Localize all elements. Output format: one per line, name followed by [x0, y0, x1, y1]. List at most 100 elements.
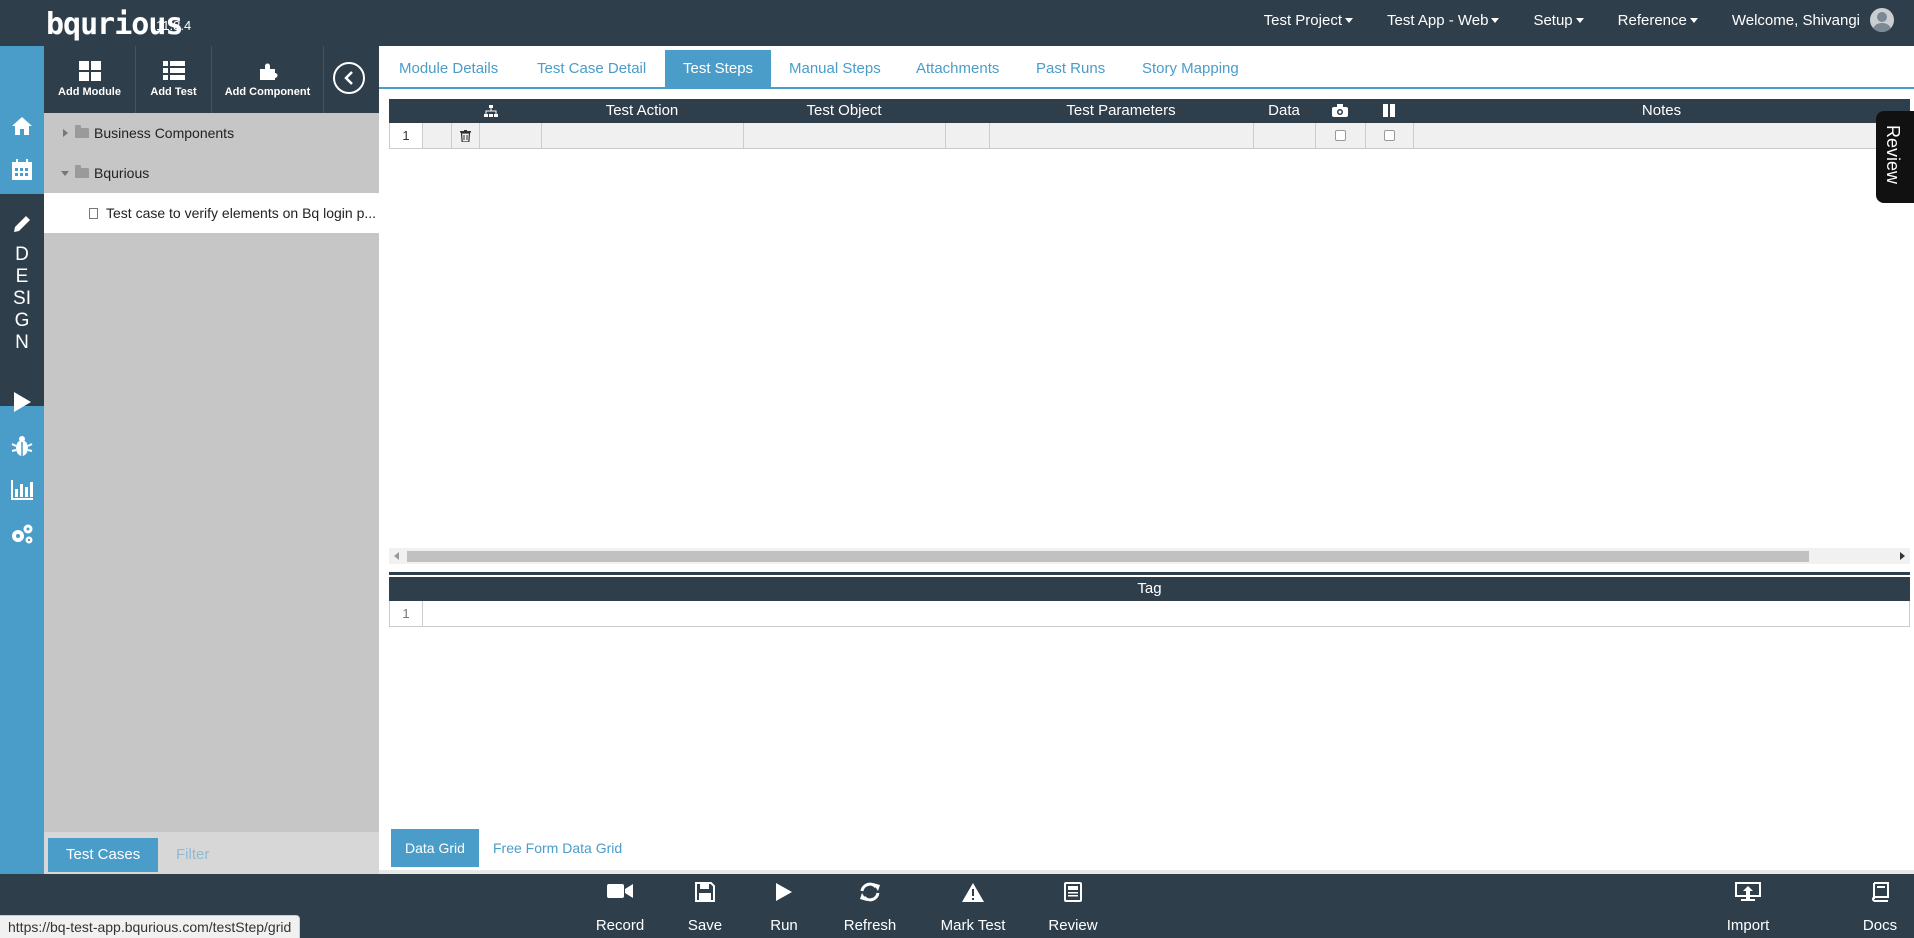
caret-down-icon [1345, 17, 1353, 23]
home-icon[interactable] [0, 106, 44, 146]
mark-test-label: Mark Test [940, 917, 1006, 934]
refresh-button[interactable]: Refresh [842, 882, 898, 934]
sidebar-toolbar: Add Module Add Test Add Component [44, 46, 379, 113]
table-row[interactable]: 1 [389, 123, 1910, 149]
hierarchy-icon[interactable] [477, 99, 505, 123]
tree-node-bqurious[interactable]: Bqurious [44, 153, 379, 193]
tree-node-test-case[interactable]: Test case to verify elements on Bq login… [44, 193, 379, 233]
object-picker-cell[interactable] [946, 123, 990, 148]
docs-button[interactable]: Docs [1858, 882, 1902, 934]
calendar-icon[interactable] [0, 150, 44, 190]
design-letter: D [15, 244, 29, 265]
col-data[interactable]: Data [1253, 99, 1315, 123]
test-parameters-cell[interactable] [990, 123, 1254, 148]
grid-icon [78, 61, 101, 81]
tab-past-runs[interactable]: Past Runs [1018, 50, 1123, 88]
status-bar-url: https://bq-test-app.bqurious.com/testSte… [0, 915, 301, 938]
main-content: Module Details Test Case Detail Test Ste… [379, 46, 1914, 874]
add-component-button[interactable]: Add Component [212, 46, 324, 113]
nav-setup[interactable]: Setup [1533, 12, 1584, 29]
screenshot-checkbox[interactable] [1316, 123, 1366, 148]
run-button[interactable]: Run [768, 882, 800, 934]
pause-checkbox[interactable] [1366, 123, 1414, 148]
tree-node-business-components[interactable]: Business Components [44, 113, 379, 153]
refresh-label: Refresh [843, 917, 897, 934]
bar-chart-icon[interactable] [0, 470, 44, 510]
review-side-tab-label: Review [1883, 125, 1903, 185]
tab-free-form-data-grid[interactable]: Free Form Data Grid [479, 829, 636, 867]
table-row[interactable]: 1 [389, 601, 1910, 627]
tab-test-steps[interactable]: Test Steps [665, 50, 772, 88]
tab-test-cases[interactable]: Test Cases [48, 838, 159, 872]
puzzle-icon [259, 63, 277, 80]
add-component-label: Add Component [224, 86, 311, 98]
pause-icon[interactable] [1365, 99, 1413, 123]
nav-user-menu[interactable]: Welcome, Shivangi [1732, 8, 1894, 32]
tab-data-grid[interactable]: Data Grid [391, 829, 479, 867]
floppy-disk-icon [695, 882, 715, 902]
data-cell[interactable] [1254, 123, 1316, 148]
tag-grid-header: Tag [389, 577, 1910, 601]
horizontal-scrollbar[interactable] [389, 548, 1910, 564]
row-number: 1 [390, 601, 423, 626]
tab-story-mapping[interactable]: Story Mapping [1124, 50, 1257, 88]
col-test-object[interactable]: Test Object [743, 99, 945, 123]
tab-module-details[interactable]: Module Details [381, 50, 516, 88]
nav-test-project[interactable]: Test Project [1264, 12, 1353, 29]
tree-node-label: Test case to verify elements on Bq login… [106, 205, 377, 221]
test-object-cell[interactable] [744, 123, 946, 148]
caret-down-icon [1491, 17, 1500, 23]
add-module-button[interactable]: Add Module [44, 46, 136, 113]
add-test-button[interactable]: Add Test [136, 46, 212, 113]
delete-row-button[interactable] [452, 123, 480, 148]
expand-arrow-icon[interactable] [63, 129, 68, 137]
design-letter: SI [13, 288, 31, 309]
scroll-right-icon[interactable] [1900, 552, 1905, 560]
nav-test-app[interactable]: Test App - Web [1387, 11, 1500, 29]
pencil-icon[interactable] [0, 204, 44, 244]
import-icon [1735, 882, 1761, 901]
bug-icon[interactable] [0, 426, 44, 466]
tab-test-case-detail[interactable]: Test Case Detail [519, 50, 664, 88]
test-action-cell[interactable] [542, 123, 744, 148]
test-tree: Business Components Bqurious Test case t… [44, 113, 379, 233]
review-side-tab[interactable]: Review [1876, 111, 1914, 203]
chevron-left-icon [344, 71, 353, 85]
tab-filter[interactable]: Filter [158, 838, 227, 872]
checkbox[interactable] [1335, 130, 1346, 141]
col-tag[interactable]: Tag [1137, 580, 1161, 597]
tree-node-label: Bqurious [94, 165, 150, 181]
nav-reference[interactable]: Reference [1618, 12, 1698, 29]
review-button[interactable]: Review [1046, 882, 1100, 934]
mark-test-button[interactable]: Mark Test [940, 882, 1006, 934]
collapse-arrow-icon[interactable] [61, 170, 69, 176]
play-icon [776, 883, 792, 901]
tab-manual-steps[interactable]: Manual Steps [771, 50, 899, 88]
tab-attachments[interactable]: Attachments [898, 50, 1017, 88]
row-handle-cell[interactable] [423, 123, 452, 148]
notes-cell[interactable] [1414, 123, 1910, 148]
col-test-action[interactable]: Test Action [541, 99, 743, 123]
scrollbar-thumb[interactable] [407, 551, 1809, 562]
run-label: Run [770, 917, 798, 934]
grid-splitter[interactable] [389, 572, 1910, 575]
review-label: Review [1048, 917, 1098, 934]
top-nav-menu: Test Project Test App - Web Setup Refere… [1230, 0, 1894, 40]
save-button[interactable]: Save [686, 882, 724, 934]
folder-icon [75, 125, 89, 138]
nav-test-project-label: Test Project [1263, 11, 1342, 29]
collapse-sidebar-button[interactable] [333, 62, 365, 94]
play-icon[interactable] [0, 382, 44, 422]
scroll-left-icon[interactable] [394, 552, 399, 560]
checkbox[interactable] [1384, 130, 1395, 141]
level-cell[interactable] [480, 123, 542, 148]
import-button[interactable]: Import [1724, 882, 1772, 934]
settings-gears-icon[interactable] [0, 514, 44, 554]
camera-icon[interactable] [1315, 99, 1365, 123]
test-explorer-sidebar: Add Module Add Test Add Component Busine… [44, 46, 379, 874]
col-test-parameters[interactable]: Test Parameters [989, 99, 1253, 123]
avatar [1870, 8, 1894, 32]
col-notes[interactable]: Notes [1413, 99, 1910, 123]
record-button[interactable]: Record [596, 882, 644, 934]
nav-test-app-label: Test App - Web [1387, 11, 1489, 29]
